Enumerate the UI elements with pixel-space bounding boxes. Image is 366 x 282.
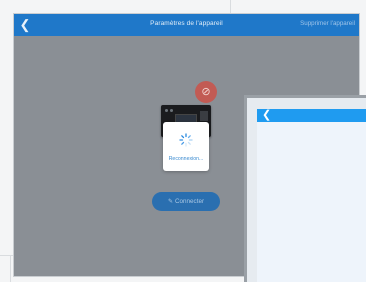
spinner-icon [179,133,193,147]
device-port [200,111,208,121]
guide-line [230,0,231,14]
device-led [165,109,168,112]
secondary-top-bar: ❮ [257,109,366,122]
guide-line [0,255,14,256]
top-bar: ❮ Paramètres de l'appareil Supprimer l'a… [14,14,359,36]
secondary-content [257,122,366,282]
reconnecting-dialog: Reconnexion... [163,122,209,171]
pencil-icon: ✎ [167,199,173,205]
reconnecting-label: Reconnexion... [168,156,204,162]
secondary-screen: ❮ [247,98,366,282]
delete-device-button[interactable]: Supprimer l'appareil [300,20,355,27]
device-led [170,109,173,112]
guide-line [10,256,11,282]
bluetooth-off-icon: ⊘ [195,81,217,103]
connect-button[interactable]: ✎ Connecter [152,192,220,211]
connect-button-label: Connecter [174,198,205,205]
back-icon[interactable]: ❮ [262,109,271,122]
